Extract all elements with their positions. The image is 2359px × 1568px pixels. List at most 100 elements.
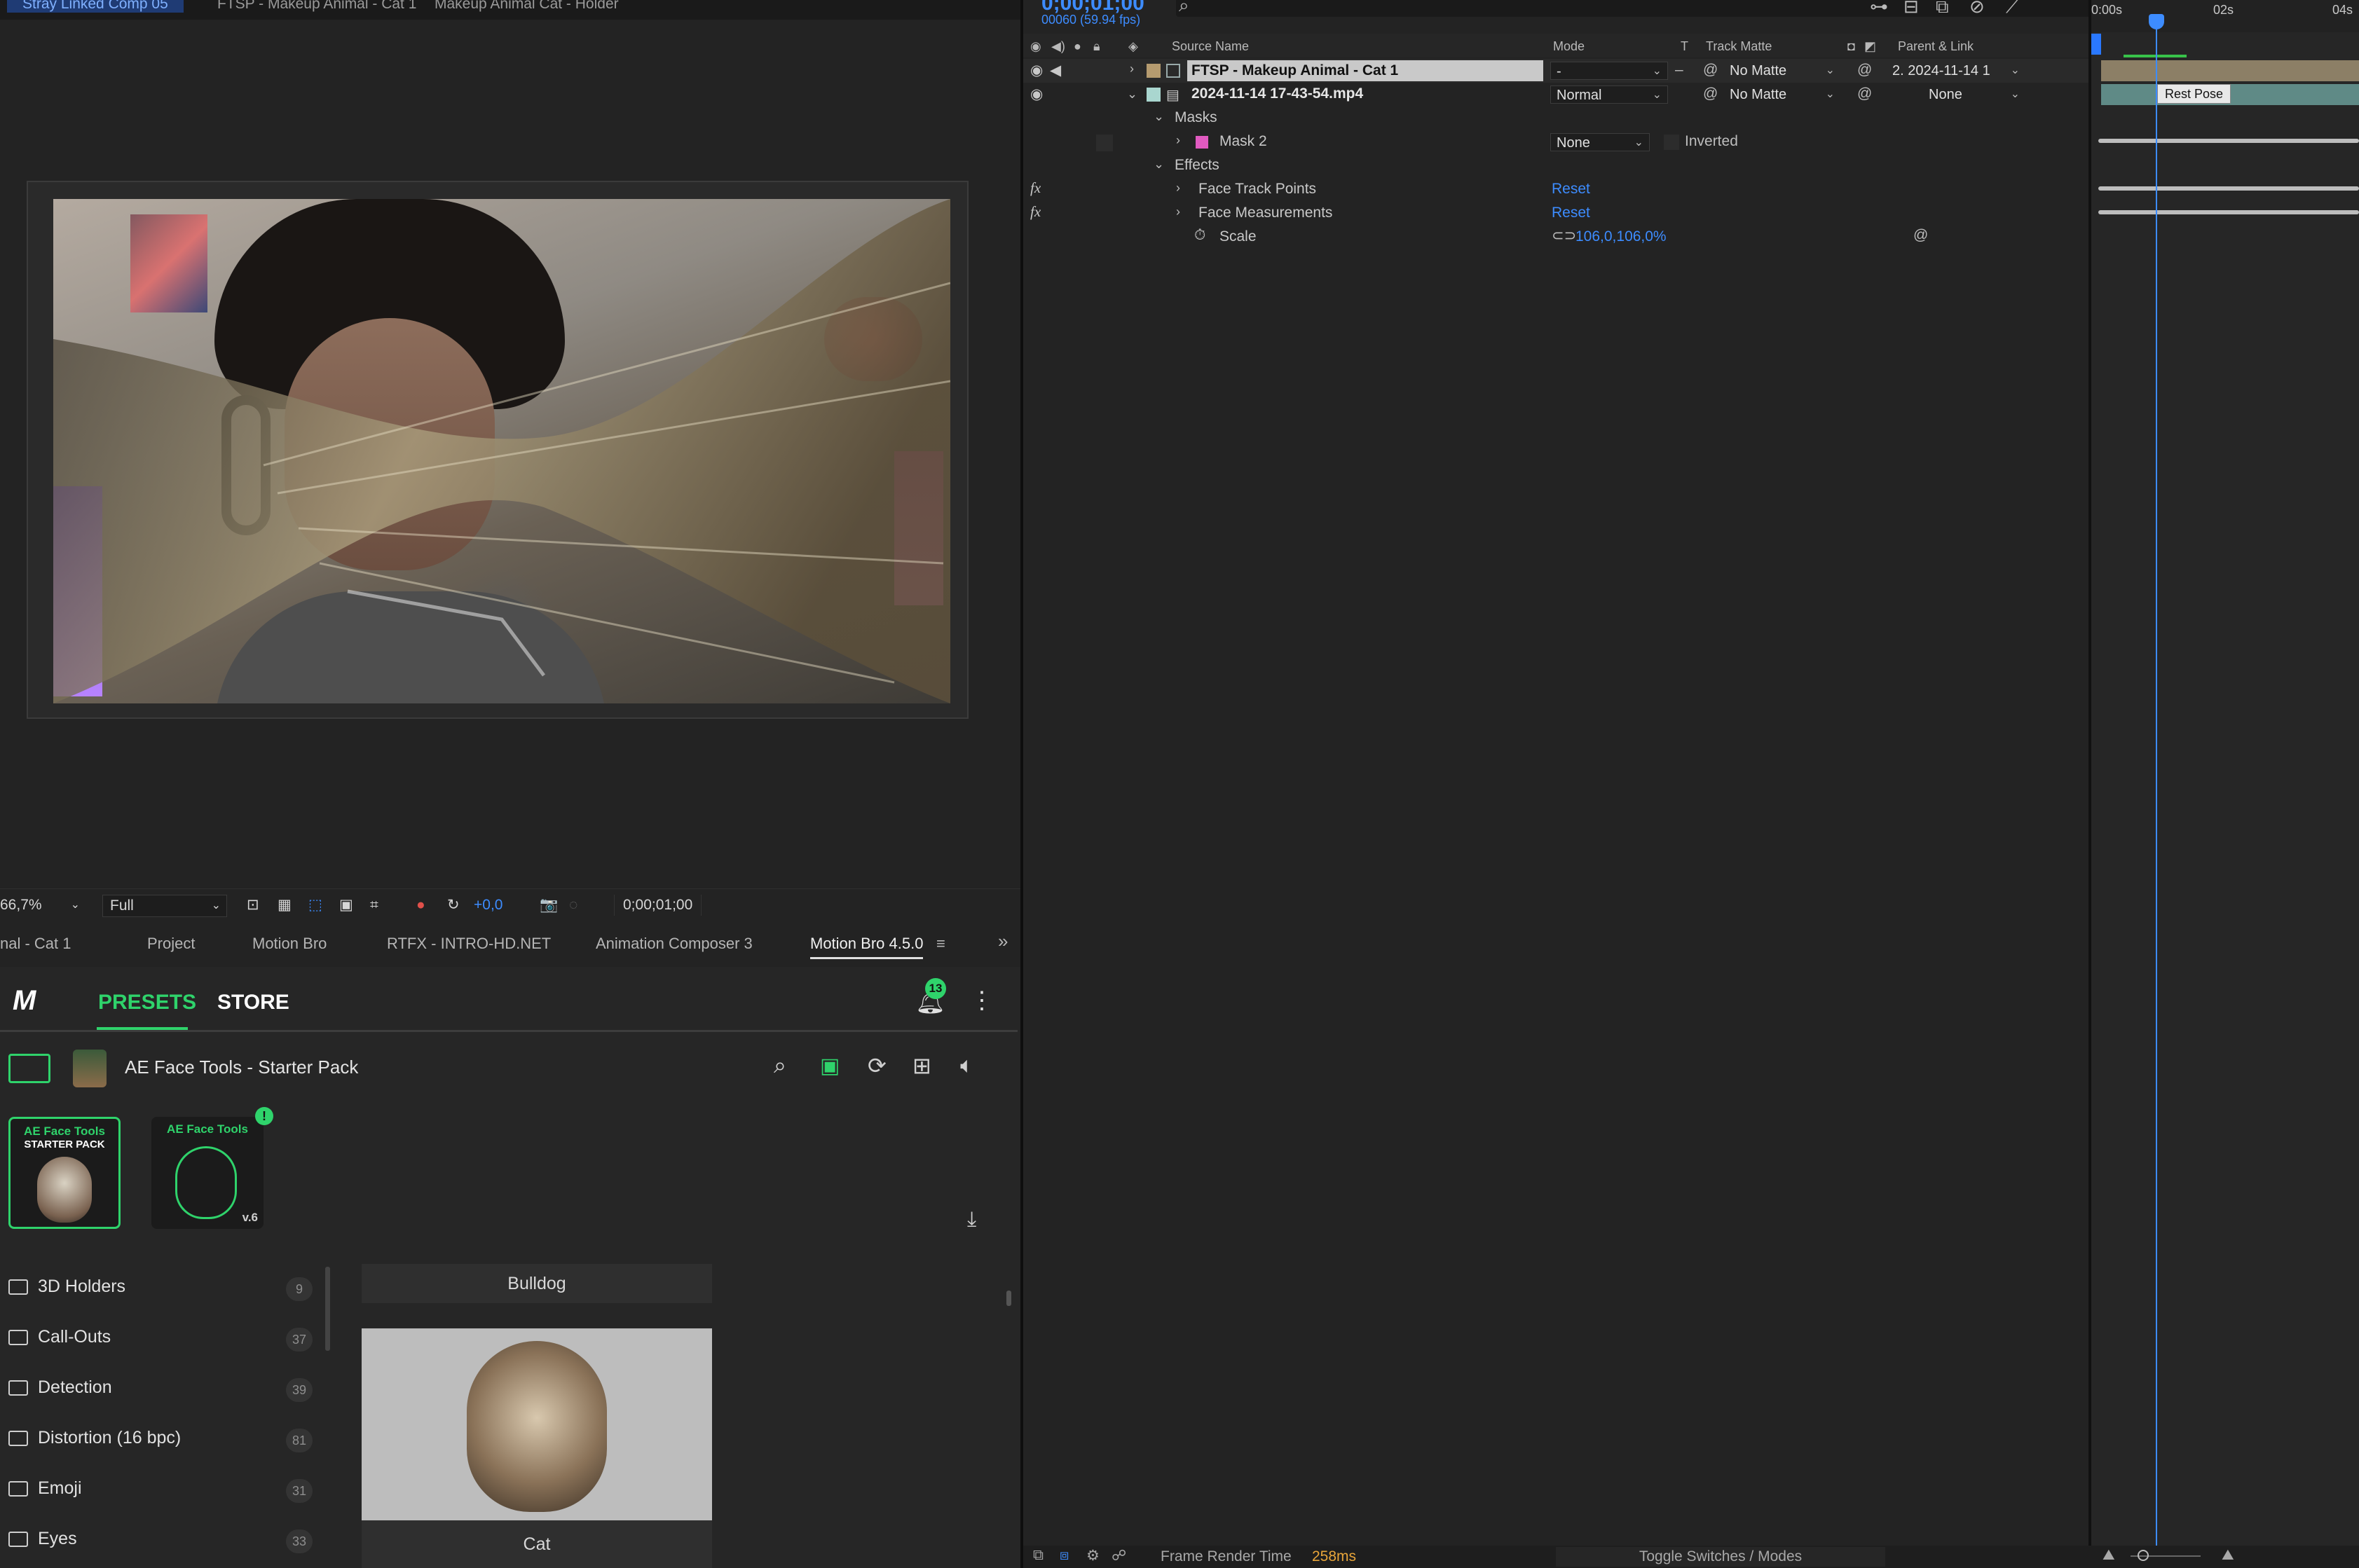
chevron-down-icon[interactable]: ⌄ bbox=[1127, 87, 1137, 102]
preserve-transparency-icon[interactable]: – bbox=[1675, 62, 1683, 78]
grid-guides-icon[interactable]: ⌗ bbox=[370, 895, 378, 916]
render-time-toggle-icon[interactable]: ⧈ bbox=[1060, 1547, 1069, 1564]
chevron-right-icon[interactable]: › bbox=[1176, 133, 1180, 148]
preset-label-bulldog[interactable]: Bulldog bbox=[362, 1264, 712, 1303]
label-tag-icon[interactable]: ◈ bbox=[1128, 39, 1138, 54]
speaker-icon[interactable]: ◀) bbox=[1051, 39, 1065, 54]
pack-thumb-starter[interactable]: AE Face Tools STARTER PACK bbox=[8, 1117, 121, 1229]
stopwatch-icon[interactable]: ⏱︎ bbox=[1194, 227, 1205, 244]
effect-row-face-measurements[interactable]: fx › Face Measurements Reset bbox=[1023, 202, 2088, 226]
layer-row-1[interactable]: ◉ ◀ › FTSP - Makeup Animal - Cat 1 - ⌄ – … bbox=[1023, 59, 2088, 83]
snapshot-icon[interactable]: 📷 bbox=[540, 895, 558, 916]
time-graph[interactable]: 0:00s 02s 04s Rest Pose bbox=[2091, 0, 2359, 1568]
viewer-timecode[interactable]: 0;00;01;00 bbox=[614, 895, 702, 916]
tab-menu-icon[interactable]: ≡ bbox=[936, 935, 945, 953]
chevron-right-icon[interactable]: › bbox=[1176, 205, 1180, 219]
grid-view-icon[interactable]: ⊞ bbox=[912, 1052, 931, 1079]
shy-icon[interactable]: ⚙ bbox=[1086, 1547, 1100, 1564]
col-mode[interactable]: Mode bbox=[1553, 39, 1585, 54]
eye-icon[interactable]: ◉ bbox=[1030, 62, 1047, 78]
tab-project[interactable]: Project bbox=[147, 935, 195, 953]
eye-icon[interactable]: ◉ bbox=[1030, 39, 1041, 54]
pick-whip-icon[interactable]: @ bbox=[1857, 85, 1872, 102]
tab-comp[interactable]: nal - Cat 1 bbox=[0, 935, 71, 953]
preset-scrollbar[interactable] bbox=[1006, 1291, 1011, 1306]
speaker-icon[interactable]: ◀ bbox=[1050, 62, 1067, 78]
draft-3d-icon[interactable]: ⊟ bbox=[1903, 0, 1919, 18]
viewer-tab-0[interactable]: Stray Linked Comp 05 bbox=[7, 0, 184, 13]
matte-link-icon[interactable]: @ bbox=[1703, 62, 1718, 78]
work-area-start[interactable] bbox=[2091, 34, 2101, 55]
search-icon[interactable]: ⌕ bbox=[774, 1052, 786, 1079]
reset-link[interactable]: Reset bbox=[1552, 205, 1590, 221]
3d-layer-icon[interactable]: ◩ bbox=[1864, 39, 1876, 54]
zoom-slider-handle[interactable] bbox=[2138, 1550, 2149, 1561]
zoom-select[interactable]: 66,7% ⌄ bbox=[0, 895, 83, 916]
col-parent[interactable]: Parent & Link bbox=[1898, 39, 1974, 54]
category-item[interactable]: Call-Outs 37 bbox=[0, 1314, 322, 1365]
tab-animation-composer[interactable]: Animation Composer 3 bbox=[596, 935, 753, 953]
fx-icon[interactable]: fx bbox=[1030, 203, 1041, 221]
mode-select[interactable]: - ⌄ bbox=[1550, 62, 1668, 80]
layer-name[interactable]: 2024-11-14 17-43-54.mp4 bbox=[1191, 85, 1363, 102]
matte-link-icon[interactable]: @ bbox=[1703, 85, 1718, 102]
comp-mini-flowchart-icon[interactable]: ⧉ bbox=[1033, 1547, 1044, 1564]
preset-preview-cat[interactable] bbox=[362, 1328, 712, 1520]
track-matte-select[interactable]: No Matte ⌄ bbox=[1724, 62, 1840, 80]
label-color-swatch[interactable] bbox=[1147, 64, 1161, 78]
category-item[interactable]: 3D Holders 9 bbox=[0, 1264, 322, 1314]
marker-rest-pose[interactable]: Rest Pose bbox=[2157, 84, 2231, 104]
color-channels-icon[interactable]: ● bbox=[416, 895, 425, 916]
viewer-tab-1[interactable]: FTSP - Makeup Animal - Cat 1 bbox=[217, 0, 416, 13]
chevron-right-icon[interactable]: › bbox=[1176, 181, 1180, 195]
chevron-right-icon[interactable]: › bbox=[1130, 62, 1134, 76]
nav-presets[interactable]: PRESETS bbox=[98, 991, 196, 1015]
effects-group-row[interactable]: ⌄ Effects bbox=[1023, 154, 2088, 178]
mask-color-swatch[interactable] bbox=[1196, 136, 1208, 149]
more-options-icon[interactable]: ⋮ bbox=[970, 986, 994, 1015]
mode-select[interactable]: Normal ⌄ bbox=[1550, 85, 1668, 104]
effect-row-face-track-points[interactable]: fx › Face Track Points Reset bbox=[1023, 178, 2088, 202]
search-input[interactable] bbox=[1176, 0, 2171, 17]
reset-link[interactable]: Reset bbox=[1552, 181, 1590, 198]
overflow-chevrons-icon[interactable]: » bbox=[998, 930, 1008, 952]
playhead-handle[interactable] bbox=[2149, 14, 2164, 29]
viewer-tab-2[interactable]: Makeup Animal Cat - Holder bbox=[435, 0, 619, 13]
tab-rtfx[interactable]: RTFX - INTRO-HD.NET bbox=[387, 935, 551, 953]
show-snapshot-icon[interactable]: ◌ bbox=[569, 895, 577, 916]
nav-store[interactable]: STORE bbox=[217, 991, 289, 1015]
region-of-interest-icon[interactable]: ▣ bbox=[339, 895, 353, 916]
preview-mode-icon[interactable]: ▣ bbox=[820, 1054, 840, 1078]
exposure-value[interactable]: +0,0 bbox=[474, 895, 502, 916]
col-source-name[interactable]: Source Name bbox=[1172, 39, 1249, 54]
effect-name[interactable]: Face Track Points bbox=[1198, 181, 1316, 198]
layer-row-2[interactable]: ◉ ⌄ ▤ 2024-11-14 17-43-54.mp4 Normal ⌄ @ … bbox=[1023, 83, 2088, 106]
mask-visibility-icon[interactable]: ⬚ bbox=[308, 895, 322, 916]
col-t[interactable]: T bbox=[1681, 39, 1688, 54]
motion-blur-icon[interactable]: ⊘ bbox=[1969, 0, 1985, 18]
category-scrollbar[interactable] bbox=[325, 1267, 330, 1351]
layer-name[interactable]: FTSP - Makeup Animal - Cat 1 bbox=[1187, 60, 1543, 81]
resolution-select[interactable]: Full ⌄ bbox=[102, 895, 227, 917]
chevron-down-icon[interactable]: ⌄ bbox=[1154, 157, 1164, 172]
transparency-grid-icon[interactable]: ▦ bbox=[278, 895, 292, 916]
toggle-switches-modes[interactable]: Toggle Switches / Modes bbox=[1556, 1547, 1885, 1567]
masks-group-row[interactable]: ⌄ Masks bbox=[1023, 106, 2088, 130]
parent-select[interactable]: None ⌄ bbox=[1923, 85, 2025, 104]
time-ruler[interactable]: 0:00s 02s 04s bbox=[2091, 0, 2359, 32]
download-icon[interactable]: ⤓ bbox=[967, 1208, 976, 1232]
frame-blending-icon[interactable]: ⧉ bbox=[1936, 0, 1949, 18]
property-row-scale[interactable]: ⏱︎ Scale ⊂⊃ 106,0,106,0% @ bbox=[1023, 226, 2088, 249]
eye-icon[interactable]: ◉ bbox=[1030, 85, 1047, 102]
comp-flowchart-icon[interactable]: ⊶ bbox=[1870, 0, 1888, 18]
mask-row[interactable]: › Mask 2 None ⌄ Inverted bbox=[1023, 130, 2088, 154]
track-matte-select[interactable]: No Matte ⌄ bbox=[1724, 85, 1840, 104]
fast-previews-icon[interactable]: ⊡ bbox=[247, 895, 259, 916]
autoplay-icon[interactable]: ⟳ bbox=[868, 1052, 887, 1079]
solo-icon[interactable]: ● bbox=[1074, 39, 1081, 54]
mask-mode-select[interactable]: None ⌄ bbox=[1550, 133, 1650, 151]
scale-value[interactable]: 106,0,106,0% bbox=[1575, 228, 1667, 245]
pick-whip-icon[interactable]: @ bbox=[1857, 62, 1872, 78]
folder-icon[interactable] bbox=[8, 1054, 50, 1083]
tab-motion-bro-450[interactable]: Motion Bro 4.5.0 bbox=[810, 935, 924, 959]
